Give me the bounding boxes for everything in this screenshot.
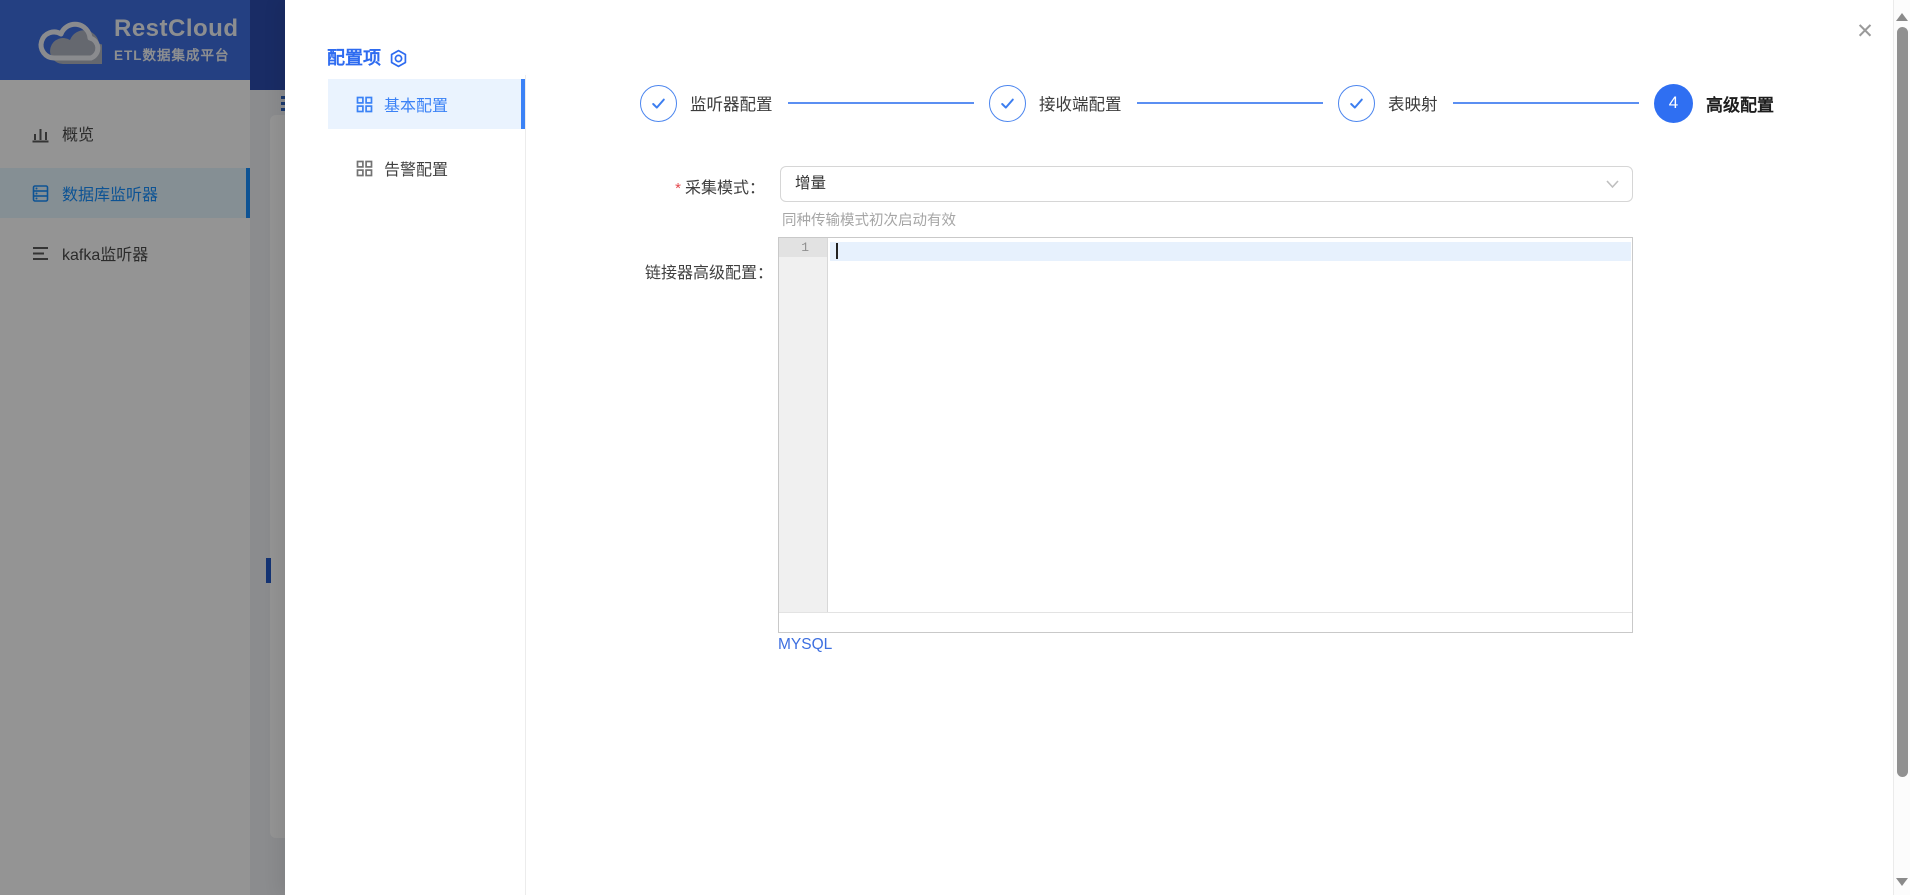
step-advanced-config[interactable]: 4 高级配置 xyxy=(1654,83,1774,123)
check-icon xyxy=(1350,98,1363,109)
config-nav-label: 告警配置 xyxy=(384,162,449,179)
appstore-icon xyxy=(356,160,373,176)
step-label: 表映射 xyxy=(1388,96,1438,114)
step-receiver-config[interactable]: 接收端配置 xyxy=(989,84,1122,122)
check-icon xyxy=(1001,98,1014,109)
nav-divider xyxy=(525,75,526,895)
check-icon xyxy=(652,98,665,109)
step-label: 接收端配置 xyxy=(1039,96,1122,114)
config-drawer: ✕ 配置项 基本配置 告警配置 监听器配置 接收端配置 表映射 4 高级配置 *… xyxy=(285,0,1910,895)
step-finished-circle xyxy=(1338,84,1375,122)
required-mark: * xyxy=(675,180,681,197)
step-finished-circle xyxy=(640,84,677,122)
appstore-icon xyxy=(356,96,373,112)
editor-line-number: 1 xyxy=(779,238,827,257)
mysql-link[interactable]: MYSQL xyxy=(778,636,832,654)
config-nav-item-basic[interactable]: 基本配置 xyxy=(328,79,525,129)
window-scrollbar xyxy=(1893,0,1910,895)
editor-hscrollbar[interactable] xyxy=(779,612,1632,632)
step-listener-config[interactable]: 监听器配置 xyxy=(640,84,773,122)
step-connector xyxy=(1136,102,1323,104)
chevron-down-icon xyxy=(1606,180,1619,189)
collect-mode-value: 增量 xyxy=(795,175,827,192)
config-nav-item-alert[interactable]: 告警配置 xyxy=(328,143,525,193)
step-table-mapping[interactable]: 表映射 xyxy=(1338,84,1438,122)
drawer-title: 配置项 xyxy=(327,48,381,68)
editor-gutter: 1 xyxy=(779,238,828,612)
aim-icon xyxy=(390,49,407,67)
advanced-config-label: 链接器高级配置： xyxy=(644,265,773,282)
config-nav: 基本配置 告警配置 xyxy=(328,79,525,193)
advanced-config-editor: 1 xyxy=(778,237,1633,633)
editor-input-area[interactable] xyxy=(829,238,1632,612)
step-label: 高级配置 xyxy=(1706,95,1774,115)
config-nav-label: 基本配置 xyxy=(384,98,449,115)
step-connector xyxy=(1452,102,1639,104)
collect-mode-select[interactable]: 增量 xyxy=(780,166,1633,202)
screen: RestCloud ETL数据集成平台 概览 数据库监听器 kafka监听器 ✕… xyxy=(0,0,1910,895)
step-label: 监听器配置 xyxy=(690,96,773,114)
scrollbar-thumb[interactable] xyxy=(1897,27,1908,777)
drawer-title-row: 配置项 xyxy=(327,44,408,70)
step-current-circle: 4 xyxy=(1654,83,1693,123)
step-connector xyxy=(787,102,974,104)
step-finished-circle xyxy=(989,84,1026,122)
scroll-down-arrow-icon[interactable] xyxy=(1896,878,1908,886)
collect-mode-help: 同种传输模式初次启动有效 xyxy=(782,213,956,229)
steps-bar: 监听器配置 接收端配置 表映射 4 高级配置 xyxy=(640,80,1774,126)
collect-mode-label-text: 采集模式： xyxy=(684,180,765,197)
close-icon[interactable]: ✕ xyxy=(1853,20,1877,44)
collect-mode-label: * 采集模式： xyxy=(585,174,765,198)
scroll-up-arrow-icon[interactable] xyxy=(1896,13,1908,21)
